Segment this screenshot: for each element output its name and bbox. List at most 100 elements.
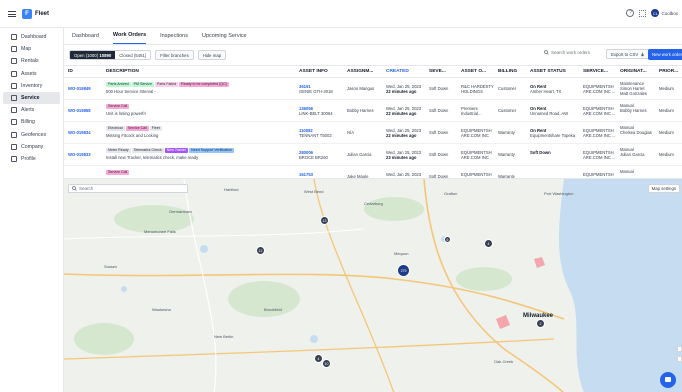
work-order-id-link[interactable]: WO-019858 — [68, 108, 91, 113]
search-work-orders[interactable]: Search work orders — [544, 50, 590, 55]
assignee: Julian Garcia — [347, 152, 372, 157]
sidebar-item-company[interactable]: Company — [3, 141, 60, 153]
service-branch: EQUIPMENTSH — [583, 172, 614, 177]
apps-grid-icon[interactable] — [639, 9, 647, 17]
description-text: Missing Fitcock and Locking — [106, 133, 159, 138]
column-header[interactable]: PRIOR... — [659, 69, 678, 74]
hide-map-button[interactable]: Hide map — [197, 50, 227, 60]
sidebar-item-label: Service — [21, 95, 40, 102]
created-ago: 22 minutes ago — [386, 111, 417, 116]
map-cluster-marker[interactable]: 6 — [444, 236, 451, 243]
hamburger-menu-icon[interactable] — [8, 10, 16, 17]
tag-list: Meter Ready Telematics Check New Trainer Ne… — [106, 147, 235, 153]
sidebar-item-profile[interactable]: Profile — [3, 153, 60, 165]
work-order-id-link[interactable]: WO-019834 — [68, 130, 91, 135]
sidebar-item-rentals[interactable]: Rentals — [3, 55, 60, 67]
billing-type: Customer — [498, 86, 517, 91]
new-work-order-button[interactable]: New work order — [648, 49, 682, 60]
inventory-icon — [11, 82, 17, 89]
map-cluster-marker[interactable]: 10 — [322, 359, 331, 368]
tag-list: Parts Arrived PM Service Parts Failed Ready… — [106, 81, 230, 87]
profile-icon — [11, 155, 17, 162]
map-cluster-marker[interactable]: 2 — [536, 319, 545, 328]
status-badge: Telematics Check — [131, 148, 164, 153]
column-header[interactable]: ASSET O... — [461, 69, 486, 74]
sidebar-item-label: Alerts — [21, 107, 35, 114]
map-settings-button[interactable]: Map settings — [647, 184, 680, 193]
tag-list: Service Call — [106, 169, 130, 175]
user-menu[interactable]: CL Coolbox — [651, 9, 678, 17]
billing-icon — [11, 119, 17, 126]
service-branch-line2: ARE.COM INC ... — [583, 133, 616, 138]
map-place-label: Sussex — [104, 264, 118, 269]
zoom-in-button[interactable] — [677, 346, 682, 352]
sidebar-item-assets[interactable]: Assets — [3, 68, 60, 80]
service-branch-line2: ARE.COM INC ... — [583, 89, 616, 94]
table-row[interactable]: WO-019858 Service Call Unit is losing powe… — [64, 100, 682, 122]
map-canvas[interactable] — [64, 179, 682, 392]
column-header[interactable]: SEVE... — [429, 69, 446, 74]
table-row[interactable]: WO-019849 Parts Arrived PM Service Parts Fa… — [64, 78, 682, 100]
work-order-id-link[interactable]: WO-019833 — [68, 152, 91, 157]
column-header[interactable]: BILLING — [498, 69, 517, 74]
tab-dashboard[interactable]: Dashboard — [72, 33, 99, 44]
sidebar-item-label: Profile — [21, 155, 36, 162]
tab-inspections[interactable]: Inspections — [160, 33, 188, 44]
tab-upcoming-service[interactable]: Upcoming Service — [202, 33, 247, 44]
zoom-out-button[interactable] — [677, 356, 682, 362]
sidebar-item-inventory[interactable]: Inventory — [3, 80, 60, 92]
map-search-input[interactable]: Search — [68, 184, 188, 193]
column-header[interactable]: ASSET STATUS — [530, 69, 566, 74]
status-badge: Ready to be completed (QC) — [179, 82, 229, 87]
severity: Soft Down — [429, 152, 449, 157]
tab-work-orders[interactable]: Work Orders — [112, 32, 147, 44]
sidebar-item-map[interactable]: Map — [3, 43, 60, 55]
chat-button[interactable] — [660, 372, 676, 388]
column-header[interactable]: DESCRIPTION — [106, 69, 139, 74]
filter-branches-button[interactable]: Filter branches — [155, 50, 194, 60]
asset-status: Soft Down — [530, 150, 551, 155]
column-header[interactable]: ASSET INFO — [299, 69, 328, 74]
tag-list: Electrical Service Call Fleet — [106, 125, 163, 131]
created-date: Wed, Jan 25, 2023 — [386, 172, 422, 177]
map-cluster-marker[interactable]: 4 — [484, 239, 493, 248]
column-header[interactable]: SERVICE... — [583, 69, 608, 74]
asset-id-link[interactable]: 161753 — [299, 172, 313, 177]
tab-bar: Dashboard Work Orders Inspections Upcoming … — [64, 28, 682, 45]
sidebar-item-alerts[interactable]: Alerts — [3, 104, 60, 116]
table-row[interactable]: WO-019833 Meter Ready Telematics Check New … — [64, 144, 682, 166]
sidebar-item-dashboard[interactable]: Dashboard — [3, 31, 60, 43]
search-input[interactable]: Search work orders — [551, 50, 590, 55]
billing-type: Customer — [498, 108, 517, 113]
sidebar-item-geofences[interactable]: Geofences — [3, 129, 60, 141]
help-icon[interactable]: ? — [626, 9, 635, 17]
toolbar: Open (1000) 10890 Closed (5461) Filter b… — [64, 45, 682, 65]
sidebar-item-service[interactable]: Service — [3, 91, 60, 105]
alerts-icon — [11, 107, 17, 114]
map-view[interactable]: Search Map settings Milwaukee Germantown M… — [64, 178, 682, 392]
open-filter-button[interactable]: Open (1000) 10890 — [70, 51, 116, 59]
map-cluster-marker[interactable]: 279 — [397, 264, 410, 277]
originator-secondary: Matt Gonzales — [620, 91, 647, 96]
sidebar-item-billing[interactable]: Billing — [3, 116, 60, 128]
map-place-label: Cedarburg — [364, 201, 383, 206]
description-text: Unit is losing powerfri — [106, 111, 146, 116]
column-header[interactable]: ID — [68, 69, 73, 74]
table-row[interactable]: WO-019834 Electrical Service Call Fleet Miss… — [64, 122, 682, 144]
app-title: Fleet — [35, 10, 50, 17]
column-header[interactable]: CREATED — [386, 69, 409, 74]
company-icon — [11, 143, 17, 150]
status-badge: Need Support Verification — [189, 148, 234, 153]
asset-model: BROCE BR260 — [299, 155, 328, 160]
column-header[interactable]: ORIGINAT... — [620, 69, 647, 74]
map-cluster-marker[interactable]: 12 — [256, 246, 265, 255]
priority: Medium — [659, 86, 674, 91]
export-csv-button[interactable]: Export to CSV — [606, 49, 651, 59]
closed-filter-button[interactable]: Closed (5461) — [115, 51, 150, 59]
work-order-id-link[interactable]: WO-019849 — [68, 86, 91, 91]
map-cluster-marker[interactable]: 13 — [320, 216, 329, 225]
column-header[interactable]: ASSIGNM... — [347, 69, 373, 74]
severity: Soft Down — [429, 130, 449, 135]
sidebar-item-label: Map — [21, 46, 32, 53]
tag-list: Service Call — [106, 103, 130, 109]
